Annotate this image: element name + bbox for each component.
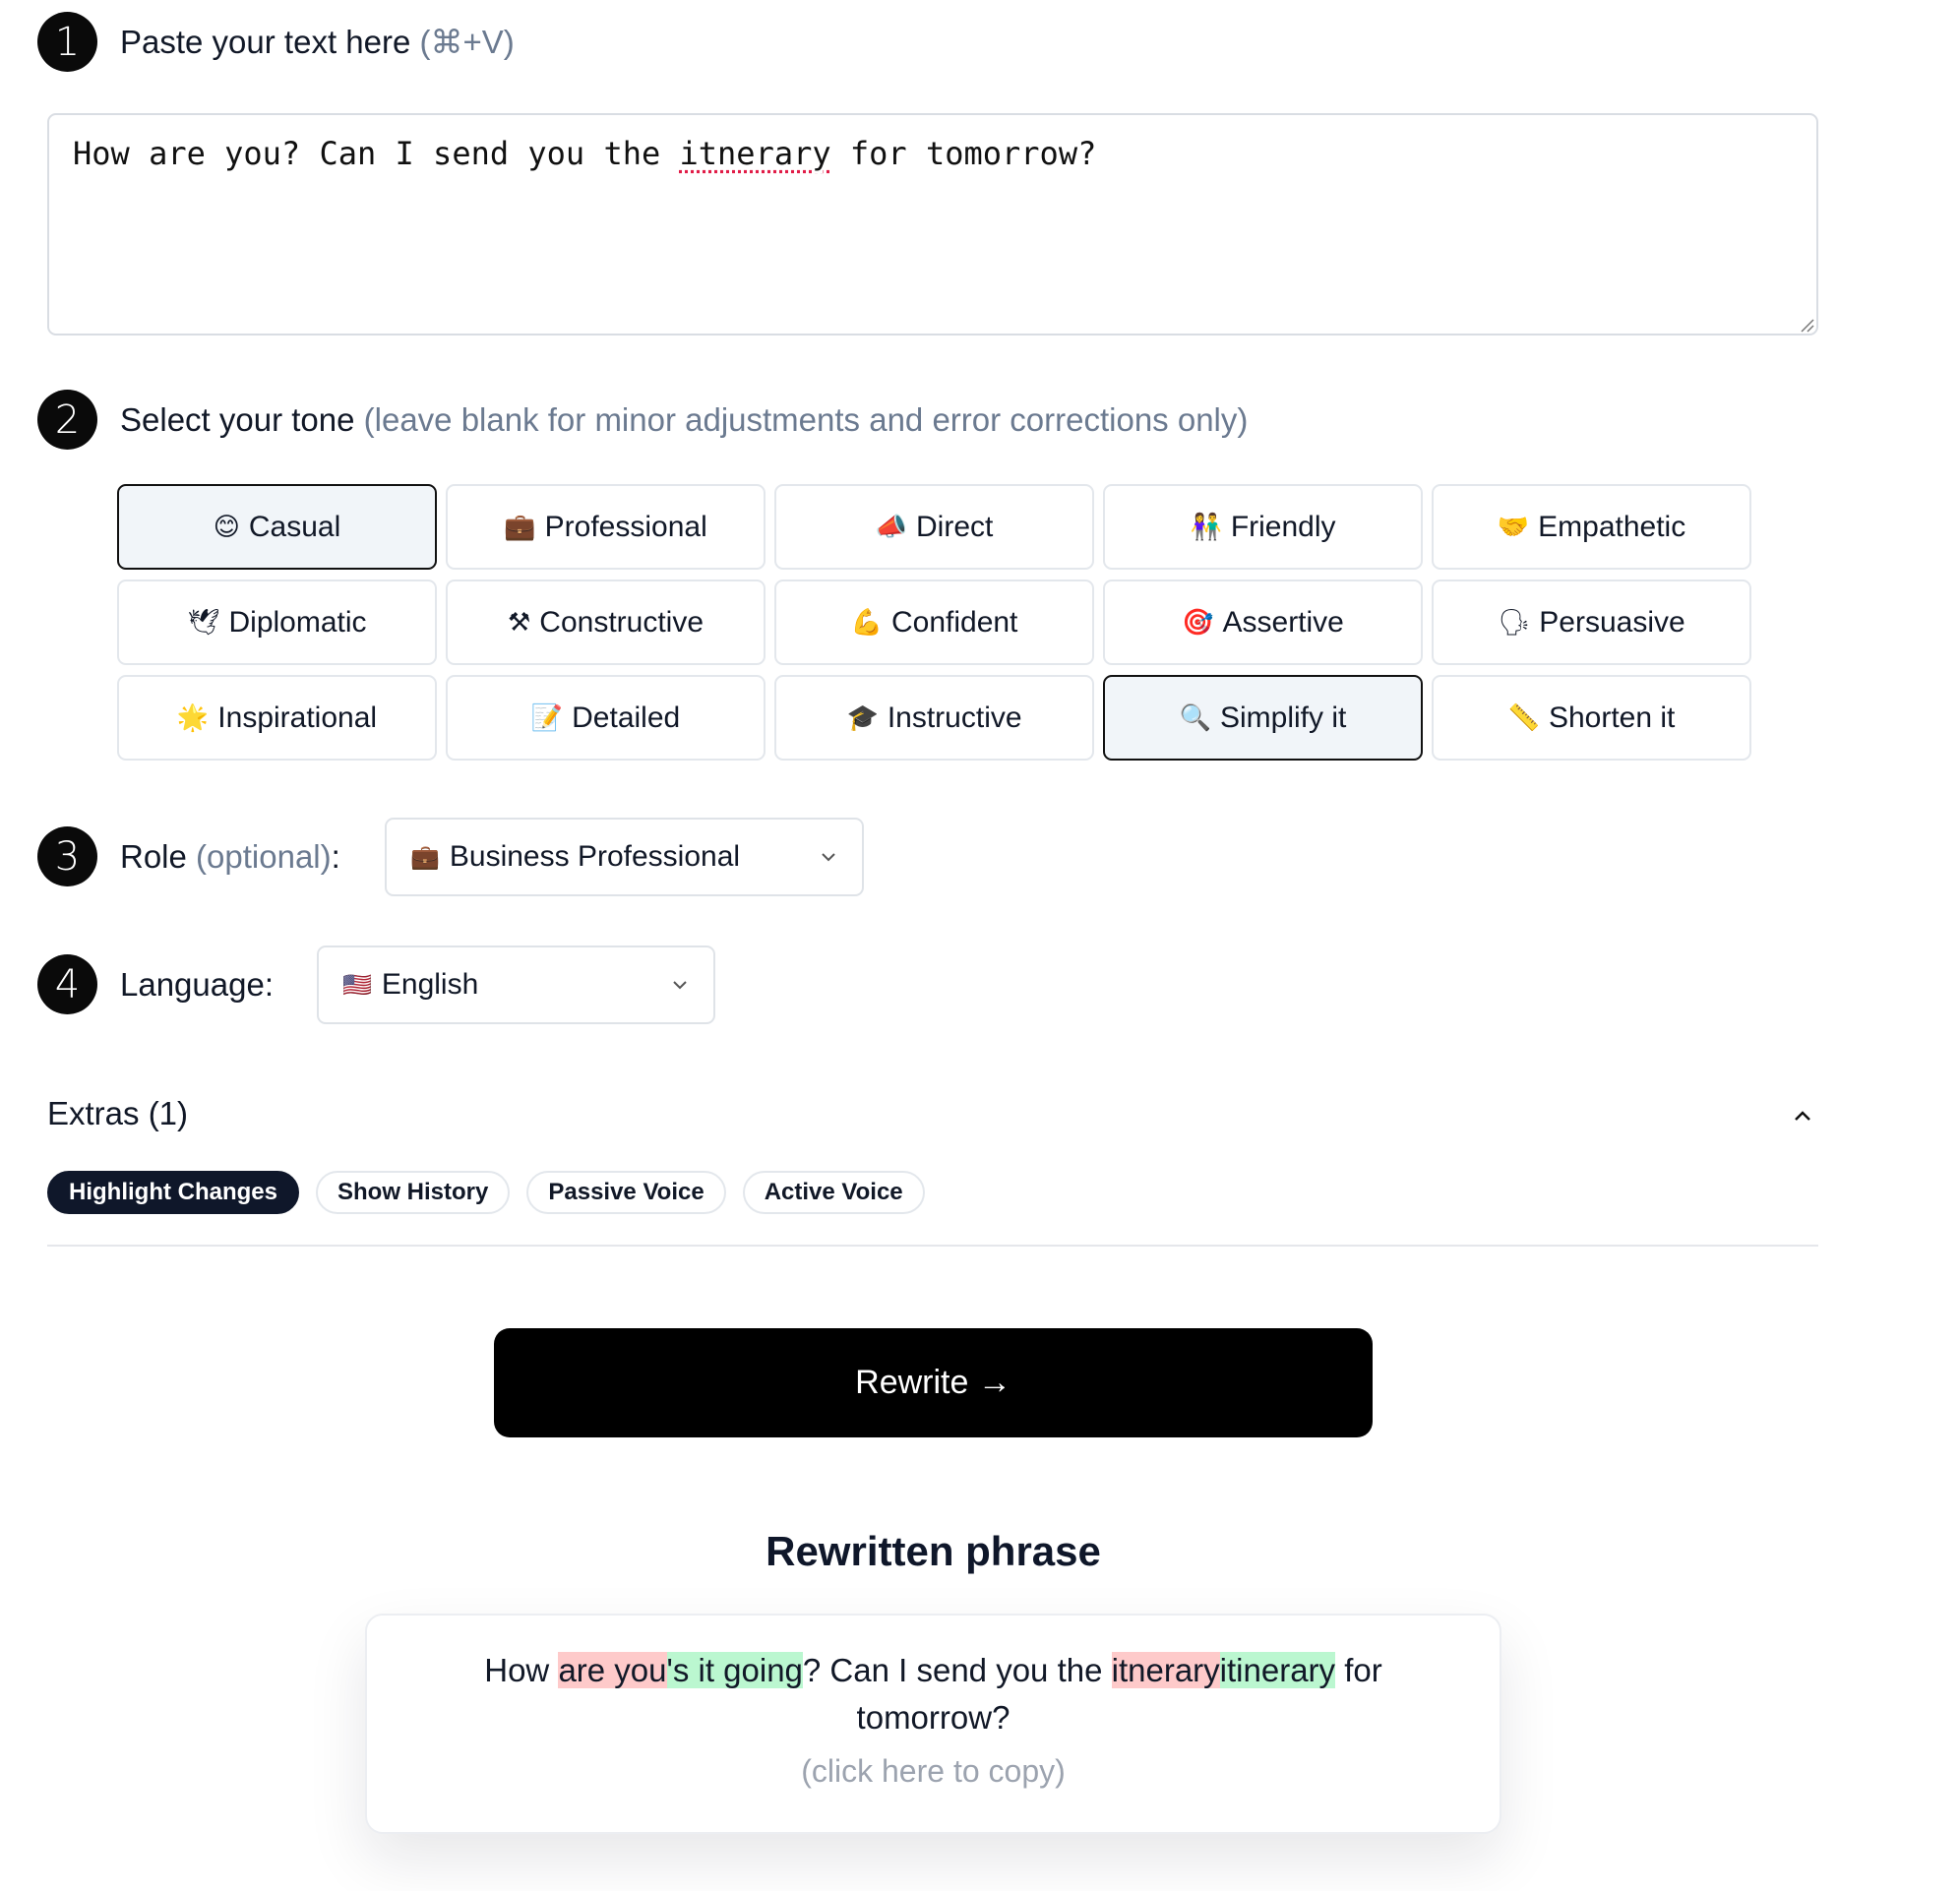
tone-button-direct[interactable]: 📣 Direct [774, 484, 1094, 570]
misspelled-word: itnerary [679, 135, 831, 172]
inserted-segment: itinerary [1219, 1652, 1336, 1688]
tone-emoji-icon: 🗣 [1498, 607, 1531, 638]
language-select[interactable]: 🇺🇸 English [317, 946, 715, 1024]
step-number-badge: 4 [37, 954, 97, 1014]
step-role: 3 Role (optional): [37, 826, 340, 886]
step-label: Paste your text here (⌘+V) [120, 23, 515, 61]
tone-button-assertive[interactable]: 🎯 Assertive [1103, 580, 1423, 665]
tone-label: Inspirational [217, 701, 378, 734]
tone-label: Shorten it [1548, 701, 1676, 734]
tone-emoji-icon: 😊 [213, 512, 240, 542]
tone-label: Simplify it [1220, 701, 1347, 734]
tone-label: Assertive [1222, 605, 1344, 639]
tone-button-friendly[interactable]: 👫 Friendly [1103, 484, 1423, 570]
result-title: Rewritten phrase [766, 1528, 1101, 1574]
paste-hint: (⌘+V) [419, 24, 515, 60]
tone-emoji-icon: 💪 [850, 607, 883, 638]
input-text-after: for tomorrow? [830, 135, 1097, 172]
extra-toggle-highlight-changes[interactable]: Highlight Changes [47, 1171, 299, 1214]
role-select-value: Business Professional [449, 840, 741, 873]
chevron-down-icon [673, 981, 687, 990]
tone-label: Empathetic [1538, 510, 1686, 543]
rewrite-button[interactable]: Rewrite → [494, 1328, 1373, 1437]
step-label: Select your tone (leave blank for minor … [120, 401, 1248, 439]
tone-label: Confident [890, 605, 1018, 639]
tone-label: Direct [916, 510, 994, 543]
result-card[interactable]: How are you's it going? Can I send you t… [365, 1614, 1501, 1834]
paste-label: Paste your text here [120, 24, 411, 60]
deleted-segment: itnerary [1111, 1652, 1220, 1688]
tone-emoji-icon: ⚒ [507, 607, 531, 638]
tone-label: Professional [544, 510, 707, 543]
tone-button-simplify-it[interactable]: 🔍 Simplify it [1103, 675, 1423, 761]
tone-button-casual[interactable]: 😊 Casual [117, 484, 437, 570]
tone-emoji-icon: 🎯 [1182, 607, 1214, 638]
tone-label: Diplomatic [228, 605, 367, 639]
briefcase-icon: 💼 [410, 843, 440, 871]
divider [47, 1245, 1818, 1247]
text-segment: ? Can I send you the [802, 1652, 1112, 1688]
tone-grid: 😊 Casual 💼 Professional 📣 Direct 👫 Friendly 🤝 Emp… [117, 484, 1751, 761]
tone-emoji-icon: 👫 [1190, 512, 1222, 542]
step-number-badge: 2 [37, 390, 97, 450]
us-flag-icon: 🇺🇸 [342, 971, 372, 999]
tone-emoji-icon: 🕊 [187, 607, 220, 638]
text-input[interactable]: How are you? Can I send you the itnerary… [47, 113, 1818, 336]
deleted-segment: are you [558, 1652, 667, 1688]
tone-button-empathetic[interactable]: 🤝 Empathetic [1432, 484, 1751, 570]
language-label: Language: [120, 965, 274, 1003]
extra-toggle-passive-voice[interactable]: Passive Voice [526, 1171, 726, 1214]
tone-label: Select your tone [120, 400, 355, 438]
tone-button-constructive[interactable]: ⚒ Constructive [446, 580, 766, 665]
input-text-before: How are you? Can I send you the [73, 135, 680, 172]
tone-emoji-icon: 🌟 [176, 702, 210, 733]
role-select[interactable]: 💼 Business Professional [385, 818, 864, 896]
tone-button-professional[interactable]: 💼 Professional [446, 484, 766, 570]
extras-options: Highlight Changes Show History Passive Voi… [47, 1171, 925, 1214]
extras-title: Extras (1) [47, 1095, 189, 1131]
tone-emoji-icon: 🤝 [1497, 512, 1530, 542]
tone-emoji-icon: 🔍 [1179, 702, 1211, 733]
tone-button-diplomatic[interactable]: 🕊 Diplomatic [117, 580, 437, 665]
chevron-up-icon[interactable] [1789, 1102, 1816, 1129]
language-select-value: English [381, 968, 479, 1001]
tone-button-inspirational[interactable]: 🌟 Inspirational [117, 675, 437, 761]
step-number-badge: 3 [37, 826, 97, 886]
role-colon: : [331, 837, 340, 875]
tone-emoji-icon: 📣 [875, 512, 908, 542]
tone-button-detailed[interactable]: 📝 Detailed [446, 675, 766, 761]
chevron-down-icon [822, 853, 835, 862]
tone-label: Instructive [887, 701, 1022, 734]
tone-button-persuasive[interactable]: 🗣 Persuasive [1432, 580, 1751, 665]
tone-label: Casual [248, 510, 341, 543]
step-paste: 1 Paste your text here (⌘+V) [37, 12, 515, 72]
copy-hint[interactable]: (click here to copy) [367, 1753, 1500, 1790]
tone-label: Detailed [572, 701, 681, 734]
tone-button-instructive[interactable]: 🎓 Instructive [774, 675, 1094, 761]
extra-toggle-show-history[interactable]: Show History [316, 1171, 511, 1214]
tone-label: Constructive [539, 605, 704, 639]
tone-hint: (leave blank for minor adjustments and e… [363, 400, 1249, 438]
step-tone: 2 Select your tone (leave blank for mino… [37, 390, 1248, 450]
tone-emoji-icon: 📏 [1507, 702, 1540, 733]
step-label: Role (optional): [120, 838, 340, 876]
step-language: 4 Language: [37, 954, 274, 1014]
role-label: Role [120, 837, 187, 875]
tone-label: Persuasive [1539, 605, 1685, 639]
tone-button-confident[interactable]: 💪 Confident [774, 580, 1094, 665]
extra-toggle-active-voice[interactable]: Active Voice [742, 1171, 925, 1214]
role-hint: (optional) [196, 837, 332, 875]
rewritten-text[interactable]: How are you's it going? Can I send you t… [367, 1647, 1500, 1741]
tone-emoji-icon: 📝 [530, 702, 564, 733]
step-number-badge: 1 [37, 12, 97, 72]
tone-emoji-icon: 🎓 [846, 702, 879, 733]
resize-handle-icon[interactable] [1799, 317, 1814, 333]
text-segment: How [484, 1652, 559, 1688]
inserted-segment: 's it going [666, 1652, 803, 1688]
tone-label: Friendly [1230, 510, 1336, 543]
tone-emoji-icon: 💼 [504, 512, 536, 542]
tone-button-shorten-it[interactable]: 📏 Shorten it [1432, 675, 1751, 761]
